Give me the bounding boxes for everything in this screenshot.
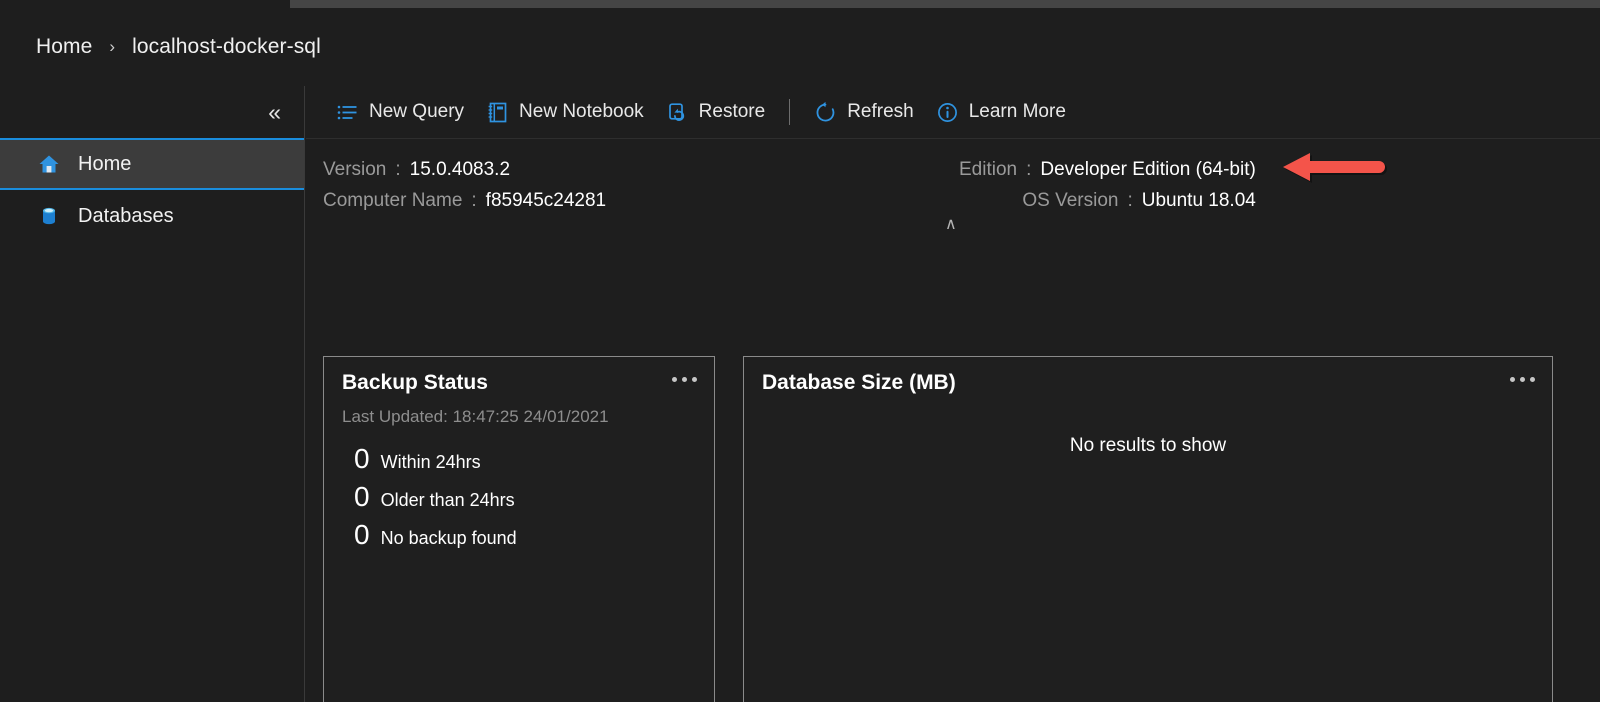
info-row-version: Version : 15.0.4083.2 [323,159,606,181]
main-content: New Query New Notebook [306,86,1600,702]
new-notebook-icon [486,101,509,124]
home-icon [38,153,60,175]
sidebar-header: « [0,86,304,138]
collapse-sidebar-icon[interactable]: « [262,99,284,126]
refresh-button[interactable]: Refresh [803,95,925,130]
stat-row-within-24hrs: 0 Within 24hrs [354,443,517,475]
within-24hrs-label: Within 24hrs [381,452,481,473]
chevron-up-icon[interactable]: ∧ [945,217,957,233]
refresh-label: Refresh [847,101,914,123]
breadcrumb: Home › localhost-docker-sql [0,8,1600,86]
toolbar: New Query New Notebook [306,86,1600,138]
os-version-value: Ubuntu 18.04 [1142,190,1256,212]
computer-name-key: Computer Name [323,190,462,212]
database-icon [38,205,60,227]
learn-more-button[interactable]: Learn More [925,95,1077,130]
breadcrumb-item-server[interactable]: localhost-docker-sql [132,35,321,59]
database-size-more-options-icon[interactable] [1508,371,1537,388]
sidebar-item-home[interactable]: Home [0,138,304,190]
sidebar-item-databases[interactable]: Databases [0,190,304,242]
os-version-colon: : [1127,190,1132,212]
restore-label: Restore [699,101,766,123]
new-notebook-button[interactable]: New Notebook [475,95,655,130]
older-than-24hrs-label: Older than 24hrs [381,490,515,511]
info-row-os-version: OS Version : Ubuntu 18.04 [959,190,1256,212]
no-backup-found-count: 0 [354,519,370,551]
edition-key: Edition [959,159,1017,181]
window-title-strip [290,0,1600,8]
stat-row-no-backup-found: 0 No backup found [354,519,517,551]
azure-data-studio-window: Home › localhost-docker-sql « Home [0,0,1600,702]
within-24hrs-count: 0 [354,443,370,475]
os-version-key: OS Version [1022,190,1118,212]
sidebar: « Home Databases [0,86,305,702]
database-size-title: Database Size (MB) [762,371,956,395]
refresh-icon [814,101,837,124]
backup-status-title: Backup Status [342,371,488,395]
stat-row-older-than-24hrs: 0 Older than 24hrs [354,481,517,513]
new-query-icon [336,101,359,124]
restore-icon [666,101,689,124]
restore-button[interactable]: Restore [655,95,777,130]
dashboard-widgets: Backup Status Last Updated: 18:47:25 24/… [306,244,1600,702]
new-query-label: New Query [369,101,464,123]
version-key: Version [323,159,386,181]
version-colon: : [395,159,400,181]
sidebar-item-home-label: Home [78,153,131,176]
backup-status-card: Backup Status Last Updated: 18:47:25 24/… [323,356,715,702]
older-than-24hrs-count: 0 [354,481,370,513]
server-info-panel: Version : 15.0.4083.2 Computer Name : f8… [306,138,1600,243]
backup-status-last-updated: Last Updated: 18:47:25 24/01/2021 [342,407,609,427]
edition-colon: : [1026,159,1031,181]
backup-status-stats: 0 Within 24hrs 0 Older than 24hrs 0 No b… [354,443,517,551]
learn-more-label: Learn More [969,101,1066,123]
toolbar-separator [789,99,790,125]
edition-value: Developer Edition (64-bit) [1040,159,1255,181]
info-row-computer-name: Computer Name : f85945c24281 [323,190,606,212]
computer-name-value: f85945c24281 [486,190,606,212]
no-backup-found-label: No backup found [381,528,517,549]
version-value: 15.0.4083.2 [410,159,510,181]
database-size-empty-message: No results to show [744,435,1552,457]
backup-status-more-options-icon[interactable] [670,371,699,388]
info-row-edition: Edition : Developer Edition (64-bit) [959,159,1256,181]
info-circle-icon [936,101,959,124]
new-query-button[interactable]: New Query [325,95,475,130]
sidebar-item-databases-label: Databases [78,205,174,228]
computer-name-colon: : [471,190,476,212]
breadcrumb-item-home[interactable]: Home [36,35,92,59]
database-size-card: Database Size (MB) No results to show [743,356,1553,702]
server-info-right-column: Edition : Developer Edition (64-bit) OS … [959,159,1256,212]
server-info-left-column: Version : 15.0.4083.2 Computer Name : f8… [323,159,606,212]
breadcrumb-separator-icon: › [109,37,115,57]
new-notebook-label: New Notebook [519,101,644,123]
